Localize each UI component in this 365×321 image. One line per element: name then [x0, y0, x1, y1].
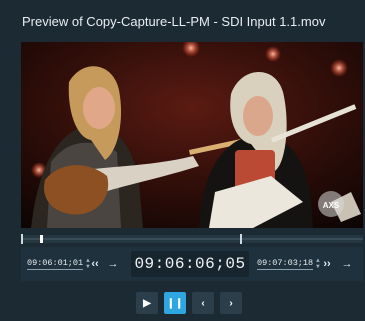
out-point-marker[interactable]	[240, 234, 242, 244]
current-timecode: 09:06:06;05	[131, 251, 249, 277]
window-title: Preview of Copy-Capture-LL-PM - SDI Inpu…	[22, 14, 326, 29]
video-frame: AXS	[21, 42, 363, 228]
previous-frame-button[interactable]: ‹	[192, 292, 214, 314]
out-timecode-value[interactable]: 09:07:03;18	[257, 258, 314, 270]
skip-to-in-icon[interactable]: ‹‹	[87, 255, 103, 273]
chevron-right-icon: ›	[229, 297, 233, 309]
play-icon: ▶	[143, 297, 151, 309]
channel-watermark: AXS	[323, 201, 340, 210]
chevron-left-icon: ‹	[201, 297, 205, 309]
in-timecode-value[interactable]: 09:06:01;01	[27, 258, 84, 270]
skip-to-out-icon[interactable]: ››	[319, 255, 335, 273]
out-timecode-field[interactable]: 09:07:03;18 ▲ ▼	[257, 255, 320, 273]
control-bar: 09:06:01;01 ▲ ▼ ‹‹ → 09:06:06;05 09:07:03…	[21, 247, 363, 281]
play-button[interactable]: ▶	[136, 292, 158, 314]
next-frame-button[interactable]: ›	[220, 292, 242, 314]
set-out-arrow-icon[interactable]: →	[339, 255, 355, 273]
transport-controls: ▶ ❙❙ ‹ ›	[0, 292, 365, 314]
scrubber-track[interactable]	[21, 238, 363, 240]
playhead[interactable]	[40, 235, 43, 243]
timeline-scrubber[interactable]	[21, 234, 363, 244]
pause-button[interactable]: ❙❙	[164, 292, 186, 314]
in-timecode-field[interactable]: 09:06:01;01 ▲ ▼	[27, 255, 90, 273]
video-preview[interactable]: AXS	[21, 42, 363, 228]
set-in-arrow-icon[interactable]: →	[105, 255, 121, 273]
in-point-marker[interactable]	[21, 234, 23, 244]
pause-icon: ❙❙	[166, 297, 184, 309]
